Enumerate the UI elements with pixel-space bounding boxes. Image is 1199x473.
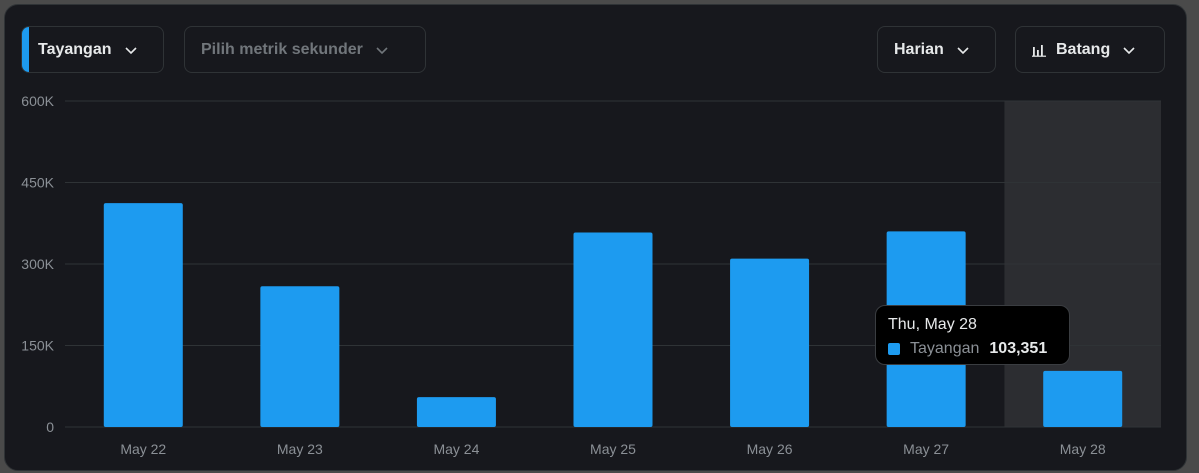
y-tick-label: 0 [46,419,54,435]
primary-metric-label: Tayangan [38,40,112,58]
tooltip-value: 103,351 [989,340,1048,357]
x-tick-label: May 28 [1060,441,1106,457]
x-tick-label: May 26 [747,441,793,457]
secondary-metric-dropdown[interactable]: Pilih metrik sekunder [184,26,426,73]
chevron-down-icon [956,43,970,57]
bar [416,397,496,427]
chart-type-label: Batang [1056,40,1111,58]
tooltip-date: Thu, May 28 [888,316,977,333]
y-tick-label: 450K [21,175,54,191]
y-tick-label: 150K [21,338,54,354]
y-tick-label: 600K [21,93,54,109]
bar [573,232,653,427]
tooltip-series-name: Tayangan [910,340,980,357]
primary-metric-dropdown[interactable]: Tayangan [21,26,164,73]
bar-chart-icon [1032,43,1046,57]
y-tick-label: 300K [21,256,54,272]
x-tick-label: May 27 [903,441,949,457]
period-dropdown[interactable]: Harian [877,26,996,73]
bar [103,203,183,427]
primary-metric-accent [22,27,29,72]
period-label: Harian [894,40,944,58]
bar [260,286,340,427]
x-tick-label: May 23 [277,441,323,457]
x-tick-label: May 24 [433,441,479,457]
analytics-chart-panel: 0 150K 300K 450K 600K May 22 May 23 May 24 May 2… [4,4,1187,471]
chart-type-dropdown[interactable]: Batang [1015,26,1165,73]
chevron-down-icon [1122,43,1136,57]
tooltip-series-swatch [888,343,900,355]
chart-tooltip: Thu, May 28 Tayangan 103,351 [875,305,1070,365]
tooltip-row: Tayangan 103,351 [888,340,1057,358]
secondary-metric-placeholder: Pilih metrik sekunder [201,40,363,58]
x-tick-label: May 22 [120,441,166,457]
bar-chart: 0 150K 300K 450K 600K May 22 May 23 May 24 May 2… [21,93,1161,457]
chevron-down-icon [124,43,138,57]
bar [730,258,810,427]
chevron-down-icon [375,43,389,57]
bar [1043,370,1123,427]
x-tick-label: May 25 [590,441,636,457]
